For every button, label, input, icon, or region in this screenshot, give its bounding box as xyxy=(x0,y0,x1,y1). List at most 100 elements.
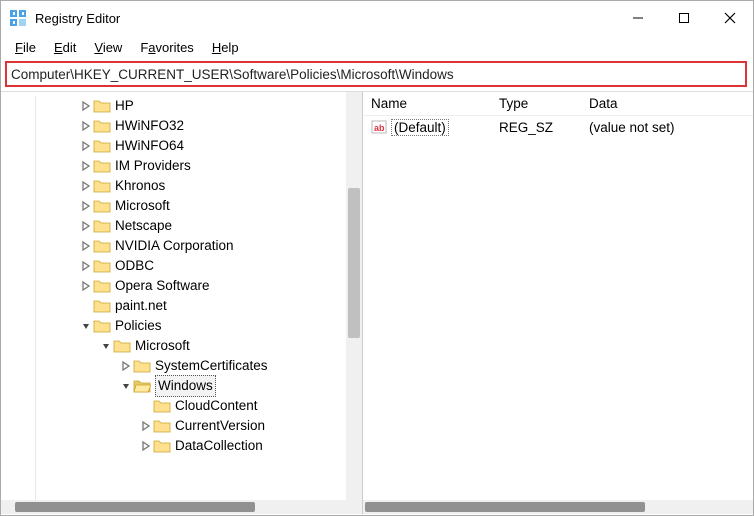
chevron-right-icon[interactable] xyxy=(79,161,93,171)
folder-icon xyxy=(93,138,111,154)
tree-item-label: HWiNFO64 xyxy=(115,136,184,156)
values-header[interactable]: Name Type Data xyxy=(363,92,753,116)
registry-tree[interactable]: HPHWiNFO32HWiNFO64IM ProvidersKhronosMic… xyxy=(1,96,346,456)
menu-view[interactable]: View xyxy=(86,38,130,57)
tree-item-label: NVIDIA Corporation xyxy=(115,236,234,256)
tree-item[interactable]: Opera Software xyxy=(1,276,346,296)
folder-icon xyxy=(93,258,111,274)
tree-item-label: DataCollection xyxy=(175,436,263,456)
chevron-right-icon[interactable] xyxy=(79,201,93,211)
tree-item-label: paint.net xyxy=(115,296,167,316)
tree-item[interactable]: Policies xyxy=(1,316,346,336)
chevron-right-icon[interactable] xyxy=(79,221,93,231)
menu-help[interactable]: Help xyxy=(204,38,247,57)
menu-favorites[interactable]: Favorites xyxy=(132,38,201,57)
folder-icon xyxy=(133,358,151,374)
values-list[interactable]: ab (Default) REG_SZ(value not set) xyxy=(363,116,753,138)
string-value-icon: ab xyxy=(371,119,387,135)
folder-icon xyxy=(93,198,111,214)
svg-text:ab: ab xyxy=(374,123,385,133)
window-title: Registry Editor xyxy=(35,11,615,26)
tree-item-label: Netscape xyxy=(115,216,172,236)
folder-icon xyxy=(93,178,111,194)
tree-item[interactable]: CloudContent xyxy=(1,396,346,416)
tree-item[interactable]: ODBC xyxy=(1,256,346,276)
address-text: Computer\HKEY_CURRENT_USER\Software\Poli… xyxy=(11,67,454,82)
tree-item-label: Microsoft xyxy=(115,196,170,216)
titlebar: Registry Editor xyxy=(1,1,753,35)
tree-item[interactable]: DataCollection xyxy=(1,436,346,456)
folder-icon xyxy=(133,378,151,394)
address-bar[interactable]: Computer\HKEY_CURRENT_USER\Software\Poli… xyxy=(5,61,747,87)
tree-item-label: ODBC xyxy=(115,256,154,276)
value-type: REG_SZ xyxy=(491,120,581,135)
menu-edit[interactable]: Edit xyxy=(46,38,84,57)
chevron-right-icon[interactable] xyxy=(119,361,133,371)
tree-item-label: Khronos xyxy=(115,176,165,196)
tree-item-label: HP xyxy=(115,96,134,116)
chevron-right-icon[interactable] xyxy=(79,121,93,131)
values-horizontal-scrollbar[interactable] xyxy=(363,500,753,514)
header-name[interactable]: Name xyxy=(363,96,491,111)
tree-item[interactable]: Netscape xyxy=(1,216,346,236)
folder-icon xyxy=(153,418,171,434)
header-type[interactable]: Type xyxy=(491,96,581,111)
chevron-down-icon[interactable] xyxy=(79,321,93,331)
tree-item[interactable]: HP xyxy=(1,96,346,116)
folder-icon xyxy=(93,158,111,174)
folder-icon xyxy=(113,338,131,354)
chevron-right-icon[interactable] xyxy=(79,141,93,151)
minimize-button[interactable] xyxy=(615,1,661,35)
tree-item-label: Policies xyxy=(115,316,162,336)
folder-icon xyxy=(153,438,171,454)
chevron-right-icon[interactable] xyxy=(79,181,93,191)
tree-item-label: IM Providers xyxy=(115,156,191,176)
tree-pane: HPHWiNFO32HWiNFO64IM ProvidersKhronosMic… xyxy=(1,92,363,514)
chevron-right-icon[interactable] xyxy=(139,441,153,451)
chevron-right-icon[interactable] xyxy=(79,101,93,111)
chevron-right-icon[interactable] xyxy=(79,261,93,271)
menu-file[interactable]: File xyxy=(7,38,44,57)
tree-item-label: HWiNFO32 xyxy=(115,116,184,136)
close-button[interactable] xyxy=(707,1,753,35)
tree-item[interactable]: Windows xyxy=(1,376,346,396)
menubar: File Edit View Favorites Help xyxy=(1,35,753,59)
regedit-icon xyxy=(9,9,27,27)
tree-item[interactable]: paint.net xyxy=(1,296,346,316)
chevron-right-icon[interactable] xyxy=(79,281,93,291)
folder-icon xyxy=(93,118,111,134)
tree-horizontal-scrollbar[interactable] xyxy=(1,500,346,514)
value-name: (Default) xyxy=(391,119,449,136)
tree-item[interactable]: Microsoft xyxy=(1,196,346,216)
folder-icon xyxy=(93,278,111,294)
tree-item[interactable]: IM Providers xyxy=(1,156,346,176)
tree-item[interactable]: CurrentVersion xyxy=(1,416,346,436)
tree-item-label: CloudContent xyxy=(175,396,258,416)
chevron-down-icon[interactable] xyxy=(119,381,133,391)
list-row[interactable]: ab (Default) REG_SZ(value not set) xyxy=(363,116,753,138)
tree-item[interactable]: Microsoft xyxy=(1,336,346,356)
value-data: (value not set) xyxy=(581,120,753,135)
tree-item[interactable]: Khronos xyxy=(1,176,346,196)
folder-icon xyxy=(93,238,111,254)
chevron-right-icon[interactable] xyxy=(139,421,153,431)
tree-item-label: Opera Software xyxy=(115,276,210,296)
chevron-down-icon[interactable] xyxy=(99,341,113,351)
tree-item-label: Microsoft xyxy=(135,336,190,356)
tree-item-label: SystemCertificates xyxy=(155,356,268,376)
header-data[interactable]: Data xyxy=(581,96,753,111)
tree-item[interactable]: HWiNFO32 xyxy=(1,116,346,136)
folder-icon xyxy=(93,218,111,234)
tree-vertical-scrollbar[interactable] xyxy=(346,92,362,514)
tree-item[interactable]: HWiNFO64 xyxy=(1,136,346,156)
maximize-button[interactable] xyxy=(661,1,707,35)
folder-icon xyxy=(93,318,111,334)
tree-item[interactable]: NVIDIA Corporation xyxy=(1,236,346,256)
chevron-right-icon[interactable] xyxy=(79,241,93,251)
values-pane: Name Type Data ab (Default) REG_SZ(value n… xyxy=(363,92,753,514)
tree-item-label: CurrentVersion xyxy=(175,416,265,436)
tree-item-label: Windows xyxy=(155,375,216,397)
tree-item[interactable]: SystemCertificates xyxy=(1,356,346,376)
main-area: HPHWiNFO32HWiNFO64IM ProvidersKhronosMic… xyxy=(1,91,753,514)
folder-icon xyxy=(93,98,111,114)
